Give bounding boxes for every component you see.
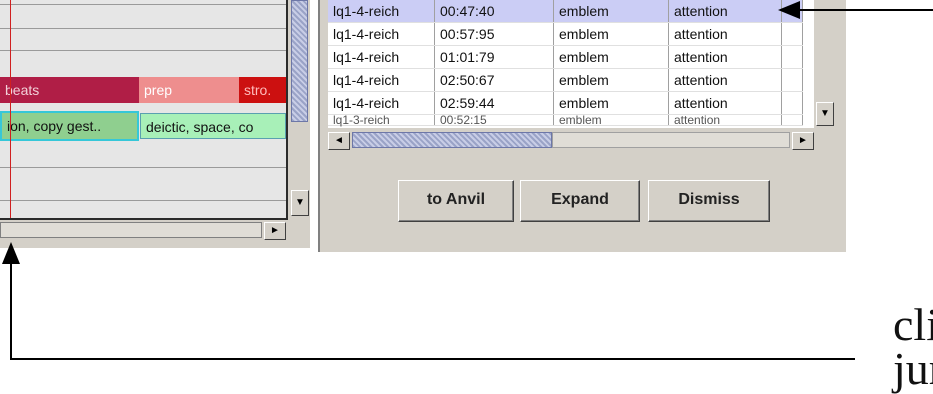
annotation-segment[interactable]: stro. [239,77,286,103]
dismiss-button[interactable]: Dismiss [648,180,770,222]
scroll-down-arrow-icon[interactable]: ▼ [291,190,309,216]
results-vertical-scrollbar[interactable]: ▼ [814,0,834,130]
annotation-arrow-line [10,260,12,360]
cell-type: emblem [553,91,669,115]
expand-button[interactable]: Expand [520,180,640,222]
search-results-dialog: lq1-4-reich 00:47:40 emblem attention lq… [318,0,846,252]
annotation-caption-line1: cli [893,299,933,350]
cell-time: 00:47:40 [434,0,554,23]
scrollbar-track[interactable] [0,222,262,238]
cell-category: attention [668,0,782,23]
timeline-track-area[interactable]: beats prep stro. ion, copy gest.. deicti… [0,0,288,220]
table-row[interactable]: lq1-4-reich 01:01:79 emblem attention [328,45,803,69]
cell-empty [781,68,803,92]
cell-type: emblem [553,68,669,92]
annotation-segment[interactable]: beats [0,77,139,103]
cell-category: attention [668,45,782,69]
cell-time: 02:50:67 [434,68,554,92]
scrollbar-thumb[interactable] [352,132,552,148]
cell-empty [781,45,803,69]
timeline-horizontal-scrollbar[interactable]: ► [0,220,288,242]
annotation-arrow-line [10,358,855,360]
track-divider [0,50,286,51]
cell-type: emblem [553,114,669,126]
table-row[interactable]: lq1-4-reich 02:59:44 emblem attention [328,91,803,115]
track-divider [0,28,286,29]
cell-empty [781,91,803,115]
arrow-left-icon [778,1,800,19]
cell-category: attention [668,114,782,126]
cell-type: emblem [553,22,669,46]
table-row-partial[interactable]: lq1-3-reich 00:52:15 emblem attention [328,114,803,126]
arrow-up-icon [2,242,20,264]
scrollbar-thumb[interactable] [291,0,308,122]
scroll-right-arrow-icon[interactable]: ► [264,222,286,240]
cell-file: lq1-4-reich [328,68,435,92]
cell-file: lq1-3-reich [328,114,435,126]
cell-type: emblem [553,0,669,23]
playback-cursor-line[interactable] [10,0,11,218]
table-row[interactable]: lq1-4-reich 00:57:95 emblem attention [328,22,803,46]
timeline-panel: beats prep stro. ion, copy gest.. deicti… [0,0,310,248]
cell-empty [781,22,803,46]
timeline-vertical-scrollbar[interactable]: ▼ [289,0,309,218]
track-divider [0,200,286,201]
annotation-segment-selected[interactable]: ion, copy gest.. [0,111,139,141]
cell-category: attention [668,68,782,92]
results-table-container: lq1-4-reich 00:47:40 emblem attention lq… [328,0,815,128]
results-table: lq1-4-reich 00:47:40 emblem attention lq… [328,0,803,126]
cell-category: attention [668,91,782,115]
annotation-arrow-line [800,9,933,11]
cell-time: 00:57:95 [434,22,554,46]
to-anvil-button[interactable]: to Anvil [398,180,514,222]
scrollbar-track[interactable] [552,132,790,148]
cell-empty [781,114,803,126]
cell-type: emblem [553,45,669,69]
cell-time: 02:59:44 [434,91,554,115]
timeline-track-row: beats prep stro. [0,77,286,103]
cell-category: attention [668,22,782,46]
cell-file: lq1-4-reich [328,22,435,46]
scroll-right-arrow-icon[interactable]: ► [792,132,814,150]
annotation-segment[interactable]: deictic, space, co [140,113,286,139]
table-row-selected[interactable]: lq1-4-reich 00:47:40 emblem attention [328,0,803,23]
annotation-caption-line2: jun [893,343,933,394]
cell-time: 01:01:79 [434,45,554,69]
results-horizontal-scrollbar[interactable]: ◄ ► [328,130,814,150]
cell-file: lq1-4-reich [328,45,435,69]
track-divider [0,4,286,5]
track-divider [0,167,286,168]
annotation-segment[interactable]: prep [139,77,239,103]
table-row[interactable]: lq1-4-reich 02:50:67 emblem attention [328,68,803,92]
scroll-left-arrow-icon[interactable]: ◄ [328,132,350,150]
scroll-down-arrow-icon[interactable]: ▼ [816,102,834,126]
cell-file: lq1-4-reich [328,0,435,23]
cell-file: lq1-4-reich [328,91,435,115]
cell-time: 00:52:15 [434,114,554,126]
timeline-track-row: ion, copy gest.. deictic, space, co [0,111,286,141]
